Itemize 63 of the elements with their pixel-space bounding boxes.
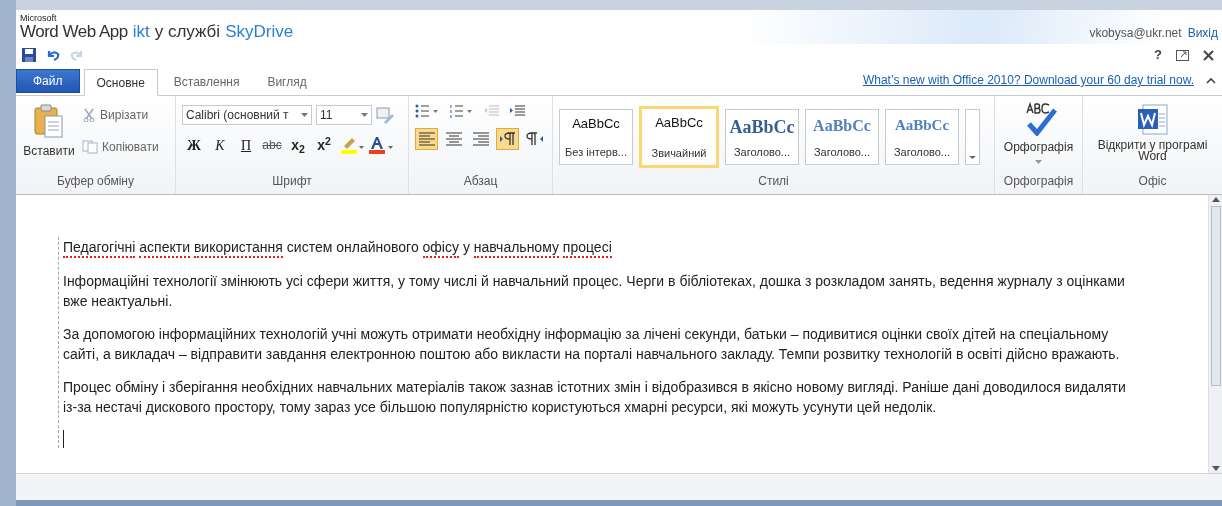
dropdown-arrow-icon	[301, 113, 308, 117]
group-label: Орфографія	[1002, 173, 1075, 190]
help-button[interactable]: ?	[1154, 45, 1162, 65]
underline-button[interactable]: П	[234, 135, 258, 155]
cut-button[interactable]: Вирізати	[100, 106, 149, 124]
save-icon[interactable]	[22, 48, 36, 62]
scroll-down-icon[interactable]	[1211, 466, 1220, 471]
scroll-up-icon[interactable]	[1211, 197, 1220, 202]
align-left-button[interactable]	[415, 128, 438, 150]
increase-indent-icon[interactable]	[509, 104, 525, 118]
close-icon[interactable]	[1203, 49, 1214, 61]
breadcrumb-text: у службі	[154, 23, 221, 40]
document-paragraph: Процес обміну і зберігання необхідних навчальних матеріалів також зазнав істотних змін і відобразився в якісно новому вигляді. Раніше дані доводилося видаляти із-за нестачі дискового простору, тому зараз усе більшою популярністю користуються хмарні ресурси, які можуть усунути цей недолік.	[63, 378, 1127, 417]
ribbon-tab[interactable]: Вигляд	[255, 69, 319, 95]
style-tile[interactable]: AaBbCc Заголово...	[805, 109, 879, 165]
copy-button[interactable]: Копіювати	[102, 138, 159, 156]
subscript-button[interactable]: x$_{2}$	[286, 135, 310, 155]
spelling-button[interactable]: Орфографія	[995, 96, 1082, 172]
scissors-icon	[82, 108, 96, 122]
style-tile[interactable]: AaBbCc Без інтерв...	[559, 109, 633, 165]
bullet-list-icon[interactable]	[415, 104, 439, 118]
paste-button[interactable]: Вставити	[22, 104, 76, 172]
font-family-dropdown[interactable]: Calibri (основний т	[182, 105, 312, 125]
bold-button[interactable]: Ж	[182, 135, 206, 155]
promo-link[interactable]: What’s new with Office 2010? Download your 60 day trial now.	[862, 71, 1194, 89]
numbered-list-icon[interactable]	[449, 104, 473, 118]
scrollbar[interactable]	[1208, 195, 1222, 473]
document-heading: Педагогічні аспекти використання систем онлайнового офісу у навчальному процесі	[63, 237, 1138, 258]
style-tile[interactable]: AaBbCc Заголово...	[885, 109, 959, 165]
ribbon-tab[interactable]: Вставлення	[161, 69, 252, 95]
folder-link[interactable]: ikt	[132, 23, 150, 40]
app-name: Word Web App	[20, 23, 128, 40]
clipboard-icon	[34, 104, 64, 138]
open-in-word-button[interactable]: Відкрити у програмі Word	[1083, 96, 1222, 172]
word-document-icon	[1136, 104, 1169, 136]
dropdown-arrow-icon	[1035, 160, 1042, 164]
style-tile[interactable]: AaBbCc Заголово...	[725, 109, 799, 165]
group-label: Стилі	[757, 173, 790, 190]
sign-out-link[interactable]: Вихід	[1187, 24, 1218, 42]
strikethrough-button[interactable]: abc	[260, 135, 284, 155]
copy-icon	[82, 140, 98, 154]
superscript-button[interactable]: x$^{2}$	[312, 135, 336, 155]
document-paragraph: Інформаційні технології змінюють усі сфери життя, у тому числі й навчальний процес. Черги в бібліотеках, дошка з розкладом занять, ведення журналу з оцінками вже неактуальні.	[63, 272, 1126, 311]
user-email: vkobysa@ukr.net	[1089, 25, 1182, 42]
undo-icon[interactable]	[46, 49, 60, 61]
italic-button[interactable]: К	[208, 135, 232, 155]
style-tile[interactable]: AaBbCc Звичайний	[639, 106, 719, 168]
font-size-dropdown[interactable]: 11	[316, 105, 372, 125]
file-tab[interactable]: Файл	[16, 69, 80, 93]
popout-icon[interactable]	[1176, 49, 1189, 61]
group-label: Буфер обміну	[56, 173, 135, 190]
dropdown-arrow-icon	[361, 113, 368, 117]
collapse-icon[interactable]	[1206, 76, 1216, 84]
service-link[interactable]: SkyDrive	[225, 23, 294, 40]
document-paragraph: За допомогою інформаційних технологій учні можуть отримати необхідну інформацію за лічені секунди, батьки – подивитися оцінки своїх дітей на спеціальному сайті, а викладач – відправити завдання електронною поштою або викласти на порталі навчального закладу. Темпи розвитку технологій в освіті дійсно вражають.	[63, 325, 1121, 364]
group-label: Абзац	[462, 173, 499, 190]
brand-label: Microsoft	[20, 14, 58, 23]
group-label: Шрифт	[271, 173, 313, 190]
text-cursor	[63, 430, 64, 448]
left-to-right-button[interactable]	[496, 128, 519, 150]
font-color-icon[interactable]	[368, 136, 394, 154]
ribbon-tab[interactable]: Основне	[83, 69, 158, 96]
group-label: Офіс	[1137, 173, 1168, 190]
